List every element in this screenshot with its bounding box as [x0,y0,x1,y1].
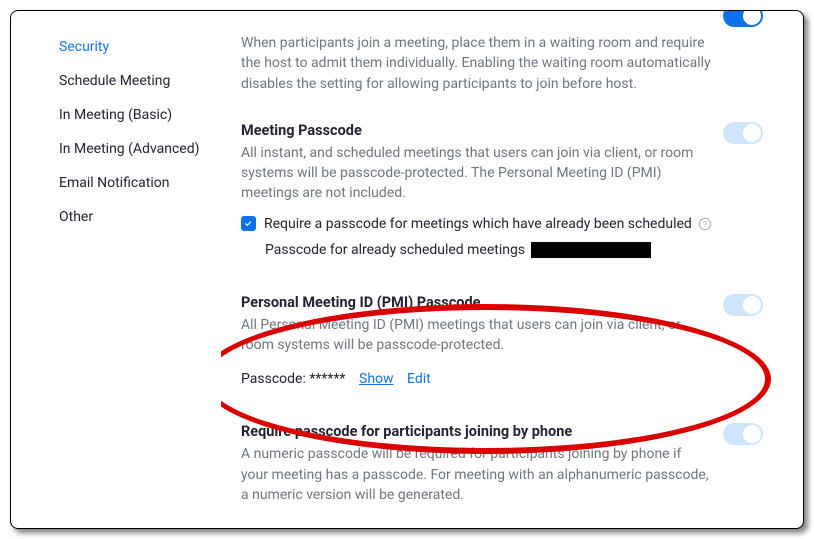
settings-sidebar: Security Schedule Meeting In Meeting (Ba… [11,11,221,528]
require-passcode-label: Require a passcode for meetings which ha… [264,216,692,232]
sidebar-item-other[interactable]: Other [59,209,221,225]
help-icon[interactable]: ? [698,217,712,231]
waiting-room-toggle[interactable] [723,11,763,27]
phone-passcode-desc: A numeric passcode will be required for … [241,444,711,505]
pmi-passcode-title: Personal Meeting ID (PMI) Passcode [241,294,763,311]
pmi-passcode-desc: All Personal Meeting ID (PMI) meetings t… [241,315,711,356]
phone-passcode-title: Require passcode for participants joinin… [241,423,763,440]
setting-pmi-passcode: Personal Meeting ID (PMI) Passcode All P… [241,294,763,388]
scheduled-passcode-value-redacted [531,242,651,258]
pmi-passcode-show-link[interactable]: Show [359,371,394,387]
require-passcode-checkbox[interactable] [241,216,256,231]
pmi-passcode-edit-link[interactable]: Edit [407,371,431,387]
require-passcode-row: Require a passcode for meetings which ha… [241,216,763,232]
sidebar-item-in-meeting-advanced[interactable]: In Meeting (Advanced) [59,141,221,157]
phone-passcode-toggle[interactable] [723,423,763,445]
scheduled-passcode-row: Passcode for already scheduled meetings [265,242,763,258]
check-icon [243,218,254,229]
settings-main: When participants join a meeting, place … [221,11,803,528]
sidebar-item-security[interactable]: Security [59,39,221,55]
pmi-passcode-toggle[interactable] [723,294,763,316]
waiting-room-desc: When participants join a meeting, place … [241,33,711,94]
meeting-passcode-title: Meeting Passcode [241,122,763,139]
meeting-passcode-toggle[interactable] [723,122,763,144]
setting-waiting-room: When participants join a meeting, place … [241,11,763,94]
pmi-passcode-masked-value: ****** [309,371,345,387]
setting-phone-passcode: Require passcode for participants joinin… [241,423,763,505]
pmi-passcode-value-row: Passcode: ****** Show Edit [241,371,763,387]
svg-text:?: ? [703,220,707,229]
pmi-passcode-label: Passcode: [241,371,306,387]
scheduled-passcode-label: Passcode for already scheduled meetings [265,242,525,258]
sidebar-item-schedule-meeting[interactable]: Schedule Meeting [59,73,221,89]
setting-meeting-passcode: Meeting Passcode All instant, and schedu… [241,122,763,258]
meeting-passcode-desc: All instant, and scheduled meetings that… [241,143,711,204]
sidebar-item-email-notification[interactable]: Email Notification [59,175,221,191]
sidebar-item-in-meeting-basic[interactable]: In Meeting (Basic) [59,107,221,123]
